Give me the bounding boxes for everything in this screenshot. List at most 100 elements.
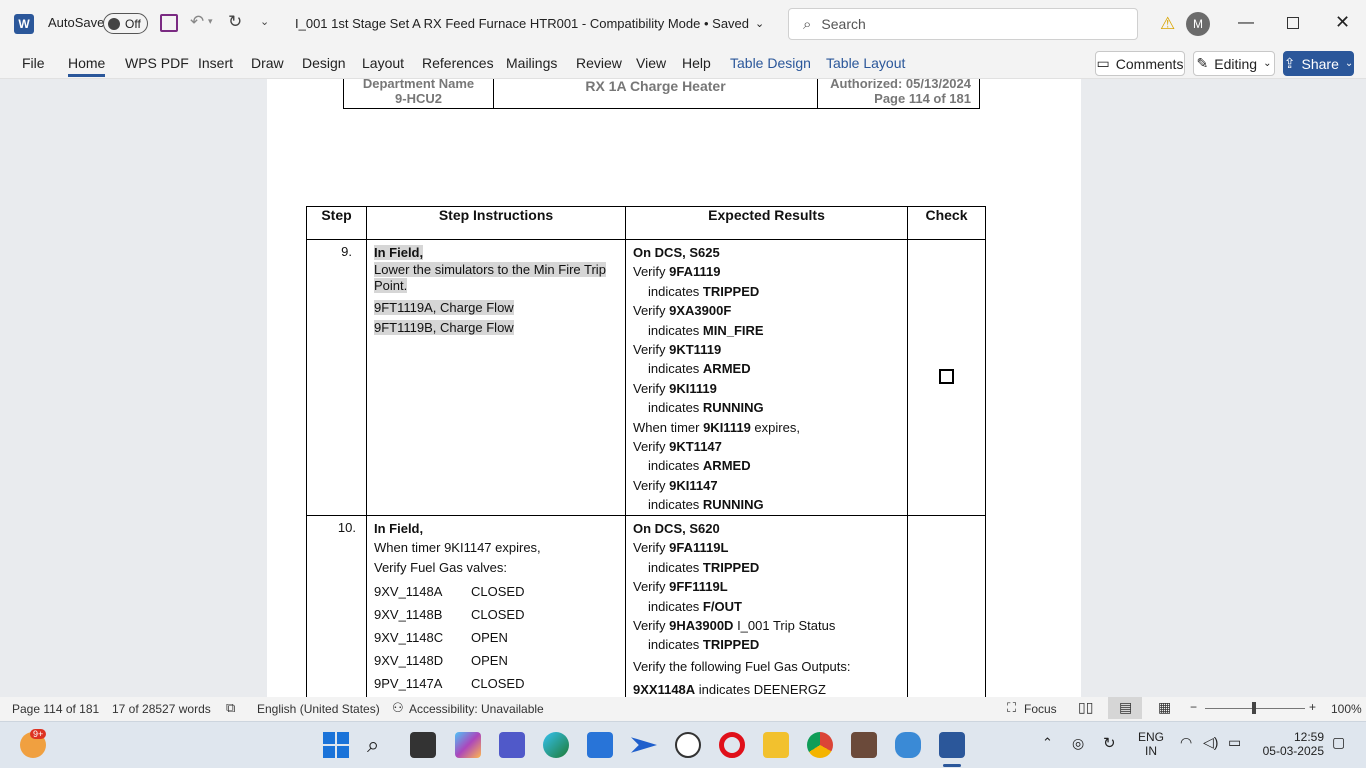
tab-wps-pdf[interactable]: WPS PDF — [125, 55, 189, 71]
dell-icon[interactable] — [675, 732, 701, 758]
undo-dropdown-icon[interactable]: ▾ — [208, 16, 213, 27]
document-canvas[interactable]: Department Name 9-HCU2 RX 1A Charge Heat… — [0, 79, 1366, 697]
result-text: indicates — [648, 637, 703, 653]
document-title[interactable]: I_001 1st Stage Set A RX Feed Furnace HT… — [295, 16, 764, 31]
file-explorer-icon[interactable] — [763, 732, 789, 758]
sync-icon[interactable]: ↻ — [1103, 734, 1116, 752]
undo-icon[interactable]: ↶ — [190, 12, 204, 32]
language-status[interactable]: English (United States) — [257, 702, 380, 716]
result-value: 9XX1148A — [633, 681, 696, 697]
maximize-icon[interactable] — [1287, 17, 1299, 29]
tab-home[interactable]: Home — [68, 55, 106, 77]
word-taskbar-icon[interactable] — [939, 732, 965, 758]
tab-mailings[interactable]: Mailings — [506, 55, 557, 71]
valve-row: 9XV_1148D OPEN — [374, 649, 618, 672]
web-layout-icon[interactable]: ▦ — [1158, 699, 1171, 716]
check-cell[interactable] — [907, 239, 986, 516]
document-title-text: I_001 1st Stage Set A RX Feed Furnace HT… — [295, 16, 750, 31]
app-icon[interactable] — [851, 732, 877, 758]
comments-button[interactable]: ▭ Comments — [1095, 51, 1185, 76]
store-icon[interactable] — [587, 732, 613, 758]
step-10-instructions[interactable]: In Field, When timer 9KI1147 expires, Ve… — [366, 515, 626, 697]
instr-line: When timer 9KI1147 expires, — [374, 540, 541, 556]
result-line: Verify 9KT1147 — [633, 437, 900, 456]
result-value: RUNNING — [702, 497, 764, 513]
app-icon[interactable] — [895, 732, 921, 758]
result-text: Verify the following Fuel Gas Outputs: — [633, 658, 851, 674]
result-line: Verify 9KI1147 — [633, 476, 900, 495]
table-row-step-9[interactable]: 9. In Field, Lower the simulators to the… — [306, 239, 986, 516]
language-indicator[interactable]: ENG IN — [1138, 730, 1164, 758]
chrome-icon[interactable] — [807, 732, 833, 758]
step-9-results[interactable]: On DCS, S625 Verify 9FA1119 indicates TRIP… — [625, 239, 908, 516]
customize-toolbar-icon[interactable]: ⌄ — [260, 15, 269, 28]
result-text: Verify — [633, 303, 670, 319]
table-row-step-10[interactable]: 10. In Field, When timer 9KI1147 expires… — [306, 515, 986, 697]
word-count[interactable]: 17 of 28527 words — [112, 702, 211, 716]
search-box[interactable]: ⌕ Search — [788, 8, 1138, 40]
valve-row: 9XV_1148C OPEN — [374, 626, 618, 649]
zoom-level[interactable]: 100% — [1331, 702, 1362, 716]
copilot-icon[interactable] — [455, 732, 481, 758]
tab-table-layout[interactable]: Table Layout — [826, 55, 905, 71]
minimize-icon[interactable]: — — [1238, 14, 1254, 32]
instr-head: In Field, — [374, 521, 424, 536]
result-text: indicates — [648, 283, 703, 299]
check-cell[interactable] — [907, 515, 986, 697]
chevron-up-icon[interactable]: ⌃ — [1042, 735, 1053, 751]
tab-review[interactable]: Review — [576, 55, 622, 71]
result-line: Verify 9XA3900F — [633, 301, 900, 320]
result-value: 9HA3900D — [669, 617, 734, 633]
tab-insert[interactable]: Insert — [198, 55, 233, 71]
tab-file[interactable]: File — [22, 55, 45, 71]
search-icon[interactable]: ⌕ — [367, 732, 393, 758]
step-9-instructions[interactable]: In Field, Lower the simulators to the Mi… — [366, 239, 626, 516]
tab-view[interactable]: View — [636, 55, 666, 71]
page-count[interactable]: Page 114 of 181 — [12, 702, 99, 716]
tab-draw[interactable]: Draw — [251, 55, 284, 71]
avatar[interactable]: M — [1186, 12, 1210, 36]
steps-table[interactable]: Step Step Instructions Expected Results … — [306, 206, 986, 697]
close-icon[interactable]: ✕ — [1335, 12, 1350, 33]
instr-text: 9FT1119A, Charge Flow — [374, 300, 514, 316]
powerautomate-icon[interactable] — [631, 737, 657, 753]
share-button[interactable]: ⇪ Share ⌄ — [1283, 51, 1354, 76]
page-of-label: Page 114 of 181 — [874, 91, 971, 106]
save-icon[interactable] — [160, 14, 178, 32]
zoom-out-icon[interactable]: − — [1190, 700, 1197, 714]
valve-state: CLOSED — [471, 676, 525, 692]
accessibility-status[interactable]: Accessibility: Unavailable — [409, 702, 544, 716]
tab-table-design[interactable]: Table Design — [730, 55, 811, 71]
print-layout-button[interactable]: ▤ — [1108, 697, 1142, 719]
proofing-icon[interactable]: ⧉ — [226, 700, 235, 716]
opera-icon[interactable] — [719, 732, 745, 758]
focus-button[interactable]: Focus — [1024, 702, 1057, 716]
zoom-in-icon[interactable]: + — [1309, 700, 1316, 714]
chevron-down-icon: ⌄ — [1344, 58, 1354, 69]
start-icon[interactable] — [323, 732, 349, 758]
read-mode-icon[interactable]: ▯▯ — [1078, 699, 1093, 716]
task-view-icon[interactable] — [410, 732, 436, 758]
redo-icon[interactable]: ↻ — [228, 12, 242, 32]
wifi-icon[interactable]: ◠ — [1180, 734, 1192, 751]
edge-icon[interactable] — [543, 732, 569, 758]
notifications-icon[interactable]: ▢ — [1332, 734, 1345, 751]
volume-icon[interactable]: ◁) — [1203, 734, 1218, 751]
editing-button[interactable]: ✎ Editing ⌄ — [1193, 51, 1275, 76]
zoom-slider-handle[interactable] — [1252, 702, 1256, 714]
tab-help[interactable]: Help — [682, 55, 711, 71]
tab-layout[interactable]: Layout — [362, 55, 404, 71]
document-page[interactable]: Department Name 9-HCU2 RX 1A Charge Heat… — [267, 79, 1081, 697]
tab-design[interactable]: Design — [302, 55, 346, 71]
checkbox[interactable] — [939, 369, 954, 384]
vpn-icon[interactable]: ◎ — [1072, 735, 1084, 752]
battery-icon[interactable]: ▭ — [1228, 734, 1241, 751]
result-text: indicates — [648, 400, 703, 416]
tab-references[interactable]: References — [422, 55, 494, 71]
autosave-toggle[interactable]: Off — [103, 13, 148, 34]
teams-icon[interactable] — [499, 732, 525, 758]
clock[interactable]: 12:59 05-03-2025 — [1258, 730, 1324, 758]
warning-icon[interactable]: ⚠ — [1160, 14, 1175, 34]
step-10-results[interactable]: On DCS, S620 Verify 9FA1119L indicates TRI… — [625, 515, 908, 697]
result-text: indicates — [648, 458, 703, 474]
